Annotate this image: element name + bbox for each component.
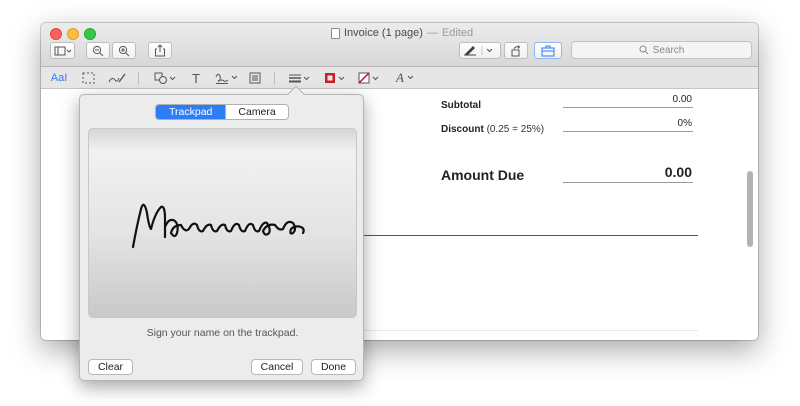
text-selection-tool[interactable]: AaI <box>47 70 71 86</box>
discount-row-label: Discount (0.25 = 25%) <box>441 124 544 135</box>
discount-value: 0% <box>677 118 692 129</box>
toolbar-separator <box>274 72 275 84</box>
sidebar-icon <box>54 46 71 55</box>
window-title: Invoice (1 page) — Edited <box>331 27 473 39</box>
note-icon <box>249 72 261 84</box>
signature-pad[interactable] <box>88 128 357 318</box>
signature-source-control: Trackpad Camera <box>155 104 289 120</box>
subtotal-label: Subtotal <box>441 100 481 111</box>
handwritten-signature <box>131 203 305 249</box>
section-divider <box>364 235 698 236</box>
rotate-button[interactable] <box>504 42 528 59</box>
shapes-tool[interactable] <box>153 70 179 86</box>
vertical-scrollbar[interactable] <box>747 171 753 247</box>
faint-divider <box>364 330 698 331</box>
signature-popover: Trackpad Camera Sign your name on the tr… <box>79 85 364 381</box>
subtotal-value: 0.00 <box>672 94 692 105</box>
zoom-out-icon <box>92 45 104 56</box>
line-style-tool[interactable] <box>287 70 313 86</box>
border-color-icon <box>325 73 345 83</box>
tab-camera[interactable]: Camera <box>225 105 288 119</box>
rotate-icon <box>511 44 521 56</box>
share-icon <box>155 44 165 57</box>
fill-color-tool[interactable] <box>357 70 383 86</box>
amount-due-value: 0.00 <box>664 164 692 180</box>
note-tool[interactable] <box>247 70 263 86</box>
close-window-button[interactable] <box>50 28 62 40</box>
shapes-icon <box>154 72 176 84</box>
markup-toolbox-button[interactable] <box>534 42 562 59</box>
discount-label: Discount <box>441 124 484 135</box>
sidebar-view-button[interactable] <box>50 42 75 59</box>
search-icon <box>639 45 649 55</box>
pen-tip-icon <box>464 46 493 56</box>
share-button[interactable] <box>148 42 172 59</box>
zoom-in-button[interactable] <box>112 42 136 59</box>
title-separator: — <box>426 27 438 39</box>
rectangular-selection-tool[interactable] <box>79 70 97 86</box>
text-tool[interactable]: T <box>189 70 203 86</box>
line-style-icon <box>289 74 310 83</box>
title-bar: Invoice (1 page) — Edited Search <box>41 23 758 67</box>
clear-button[interactable]: Clear <box>88 359 133 375</box>
edited-status: Edited <box>441 27 474 39</box>
markup-toolbar: AaI T A <box>41 67 758 89</box>
minimize-window-button[interactable] <box>67 28 79 40</box>
chevron-down-icon <box>407 75 414 80</box>
done-button[interactable]: Done <box>311 359 356 375</box>
markup-pen-button[interactable] <box>459 42 501 59</box>
font-style-tool[interactable]: A <box>393 70 419 86</box>
signature-hint: Sign your name on the trackpad. <box>146 327 299 339</box>
selection-marquee-icon <box>82 72 94 84</box>
sketch-icon <box>108 73 126 83</box>
sketch-tool[interactable] <box>106 70 128 86</box>
cancel-button[interactable]: Cancel <box>251 359 303 375</box>
amount-due-label: Amount Due <box>441 167 525 183</box>
fill-color-icon <box>358 72 379 84</box>
discount-underline <box>563 131 693 132</box>
signature-icon <box>215 73 238 84</box>
toolbar-separator <box>138 72 139 84</box>
search-field[interactable]: Search <box>571 41 752 59</box>
subtotal-underline <box>563 107 693 108</box>
amount-due-underline <box>563 182 693 183</box>
zoom-out-button[interactable] <box>86 42 110 59</box>
document-title: Invoice (1 page) <box>344 27 423 39</box>
document-icon <box>331 27 340 39</box>
signature-tool[interactable] <box>213 70 241 86</box>
zoom-window-button[interactable] <box>84 28 96 40</box>
tab-trackpad[interactable]: Trackpad <box>156 105 226 119</box>
zoom-in-icon <box>118 45 130 56</box>
font-style-label: A <box>396 70 404 85</box>
search-placeholder: Search <box>652 44 685 56</box>
discount-note: (0.25 = 25%) <box>486 124 545 135</box>
border-color-tool[interactable] <box>323 70 349 86</box>
toolbox-icon <box>541 45 555 56</box>
